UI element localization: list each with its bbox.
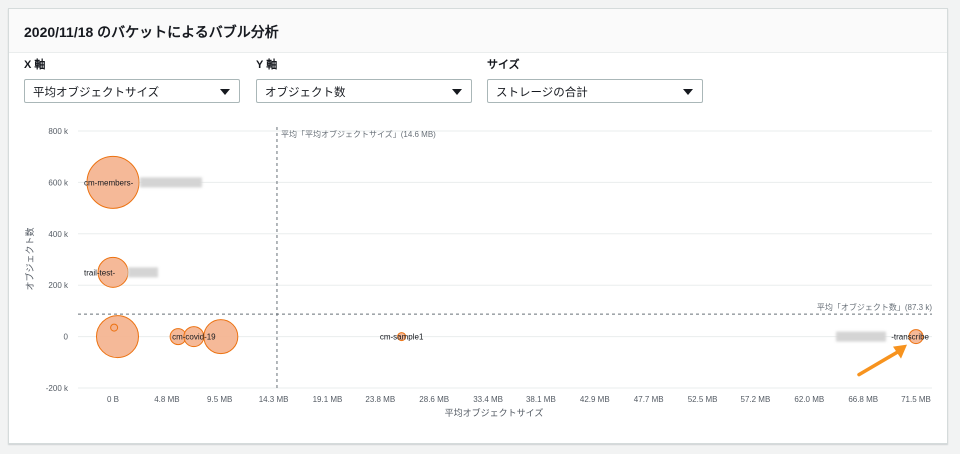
- x-tick-label: 33.4 MB: [473, 395, 503, 404]
- reference-lines: 平均「平均オブジェクトサイズ」(14.6 MB) 平均「オブジェクト数」(87.3…: [78, 127, 932, 391]
- bubble-label: cm-sample1: [380, 333, 424, 342]
- x-tick-label: 9.5 MB: [207, 395, 232, 404]
- x-tick-label: 52.5 MB: [688, 395, 718, 404]
- bubble-label: cm-members-: [84, 178, 134, 187]
- reference-label-y: 平均「オブジェクト数」(87.3 k): [817, 302, 932, 312]
- x-tick-label: 57.2 MB: [741, 395, 771, 404]
- y-tick-label: 600 k: [48, 178, 69, 187]
- axis-ticks: -200 k 0 200 k 400 k 600 k 800 k 0 B 4.8 MB 9.5 …: [46, 127, 931, 404]
- bubbles: [86, 155, 924, 359]
- x-tick-label: 4.8 MB: [154, 395, 179, 404]
- x-tick-label: 19.1 MB: [313, 395, 343, 404]
- annotations: [857, 344, 907, 377]
- bubble-label: cm-covid-19: [172, 333, 216, 342]
- reference-label-x: 平均「平均オブジェクトサイズ」(14.6 MB): [281, 129, 436, 139]
- y-tick-label: -200 k: [46, 384, 69, 393]
- redacted-text: [836, 331, 886, 342]
- bubble-point: [95, 315, 139, 359]
- y-tick-label: 400 k: [48, 230, 69, 239]
- x-tick-label: 47.7 MB: [634, 395, 664, 404]
- y-tick-label: 800 k: [48, 127, 69, 136]
- x-tick-label: 38.1 MB: [526, 395, 556, 404]
- redacted-text: [140, 177, 202, 188]
- bubble-label: trail-test-: [84, 268, 115, 277]
- bubble-labels: cm-members-trail-test-cm-covid-19 cm-samp…: [84, 177, 930, 342]
- bubble-point: [110, 323, 119, 332]
- x-tick-label: 14.3 MB: [259, 395, 289, 404]
- x-tick-label: 0 B: [107, 395, 119, 404]
- y-tick-label: 200 k: [48, 281, 69, 290]
- x-tick-label: 23.8 MB: [365, 395, 395, 404]
- x-axis-title: 平均オブジェクトサイズ: [445, 407, 544, 418]
- x-tick-label: 62.0 MB: [794, 395, 824, 404]
- bubble-label: -transcribe: [891, 333, 929, 342]
- annotation-arrow-icon: [857, 348, 902, 377]
- x-tick-label: 28.6 MB: [419, 395, 449, 404]
- x-tick-label: 66.8 MB: [848, 395, 878, 404]
- x-tick-label: 42.9 MB: [580, 395, 610, 404]
- bubble-chart: 平均「平均オブジェクトサイズ」(14.6 MB) 平均「オブジェクト数」(87.3…: [24, 127, 932, 418]
- grid: [78, 130, 932, 389]
- y-tick-label: 0: [64, 333, 69, 342]
- redacted-text: [128, 267, 158, 278]
- y-axis-title: オブジェクト数: [24, 227, 35, 290]
- x-tick-label: 71.5 MB: [901, 395, 931, 404]
